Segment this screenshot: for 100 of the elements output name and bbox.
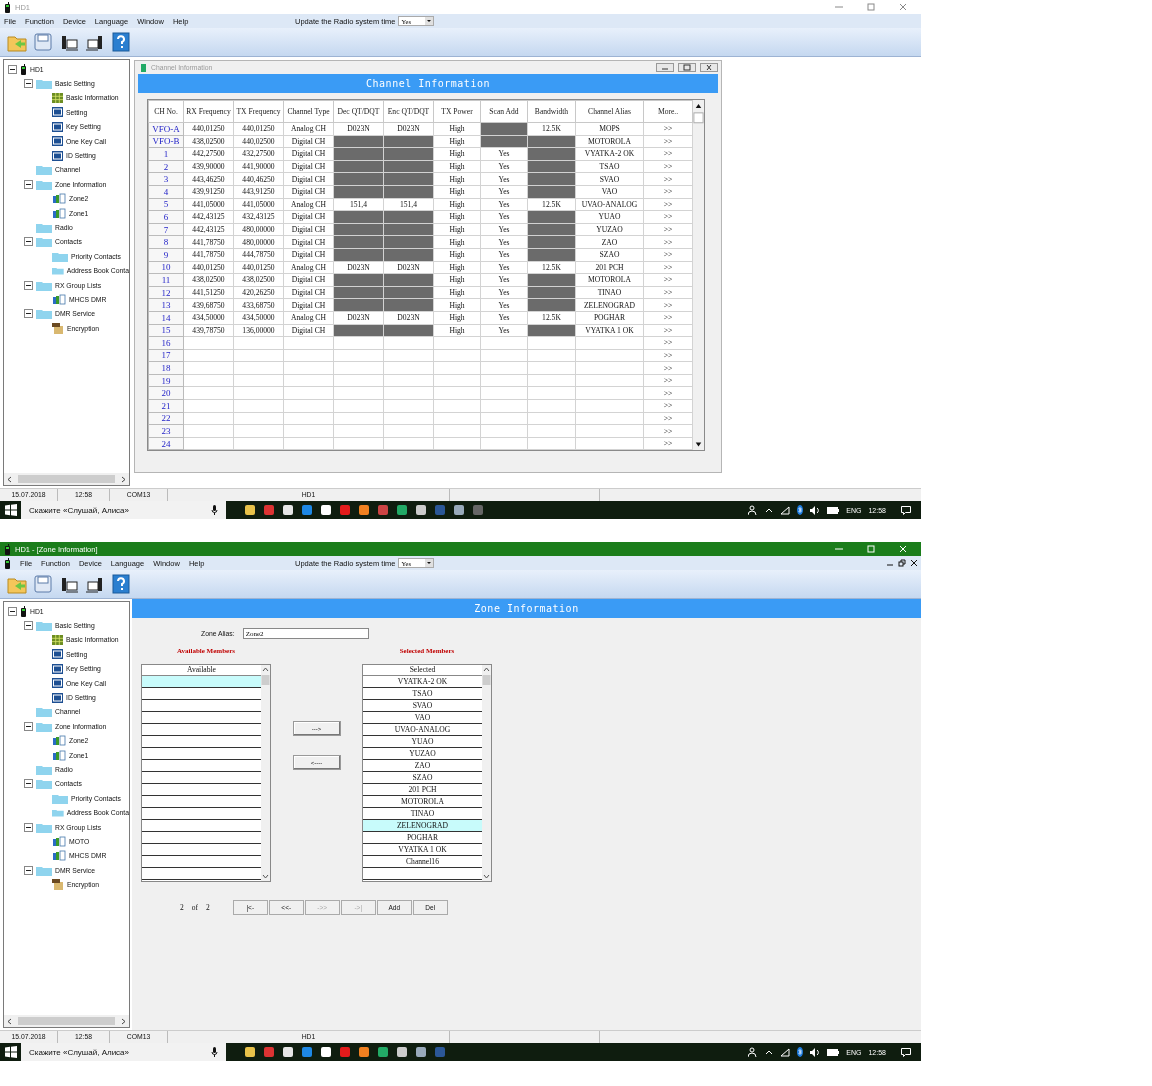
taskbar-app-icon[interactable] [415, 1046, 427, 1058]
taskbar-app-icon[interactable] [282, 1046, 294, 1058]
taskbar-app-icon[interactable] [320, 1046, 332, 1058]
collapse-icon[interactable] [24, 237, 33, 247]
minimize-icon[interactable] [656, 63, 674, 72]
folder-icon [36, 222, 52, 233]
people-icon[interactable] [748, 505, 759, 515]
taskbar-app-icon[interactable] [377, 1046, 389, 1058]
bluetooth-icon[interactable] [797, 1047, 804, 1057]
folder-icon [36, 164, 52, 176]
child-window-icon[interactable] [4, 557, 11, 569]
taskbar-app-icon[interactable] [415, 504, 427, 516]
folder-icon [36, 236, 52, 248]
notifications-icon[interactable] [901, 1047, 911, 1057]
taskbar-app-icon[interactable] [358, 1046, 370, 1058]
collapse-icon[interactable] [24, 822, 33, 832]
collapse-icon[interactable] [24, 621, 33, 631]
grid-icon [52, 634, 63, 645]
settings-icon [52, 649, 63, 660]
folder-icon [36, 78, 52, 90]
folder-icon [36, 764, 52, 775]
collapse-icon[interactable] [24, 721, 33, 731]
search-field[interactable]: Скажите «Слушай, Алиса» [21, 501, 226, 519]
scroll-right-icon[interactable] [121, 1017, 126, 1025]
windows-start-icon[interactable] [5, 1046, 17, 1058]
collapse-icon[interactable] [24, 79, 33, 89]
close-icon[interactable] [700, 63, 718, 72]
people-icon[interactable] [748, 1047, 759, 1057]
settings-icon [52, 663, 63, 674]
folder-icon [36, 778, 52, 790]
taskbar-app-icon[interactable] [396, 504, 408, 516]
volume-icon[interactable] [810, 505, 821, 515]
volume-icon[interactable] [810, 1047, 821, 1057]
windows-start-icon[interactable] [5, 504, 17, 516]
close-icon[interactable] [910, 559, 918, 567]
chevron-up-icon[interactable] [765, 1049, 774, 1055]
folder-icon [36, 308, 52, 320]
taskbar-app-icon[interactable] [244, 1046, 256, 1058]
vertical-scrollbar[interactable] [261, 665, 270, 881]
taskbar-app-icon[interactable] [244, 504, 256, 516]
dropdown-arrow-icon [425, 559, 434, 567]
settings-icon [52, 678, 63, 689]
microphone-icon[interactable] [211, 505, 218, 515]
app-icon [4, 543, 11, 555]
scroll-left-icon[interactable] [7, 475, 12, 483]
notifications-icon[interactable] [901, 505, 911, 515]
collapse-icon[interactable] [24, 309, 33, 319]
radio-document-icon [52, 850, 66, 862]
restore-icon[interactable] [898, 559, 906, 567]
radio-document-icon [52, 207, 66, 219]
battery-icon[interactable] [827, 506, 840, 514]
taskbar-app-icon[interactable] [396, 1046, 408, 1058]
folder-icon [36, 620, 52, 632]
folder-icon [36, 821, 52, 833]
scroll-right-icon[interactable] [121, 475, 126, 483]
radio-icon [20, 605, 27, 617]
collapse-icon[interactable] [24, 280, 33, 290]
horizontal-scrollbar[interactable] [4, 473, 129, 485]
taskbar-app-icon[interactable] [453, 504, 465, 516]
help-icon[interactable] [110, 31, 132, 53]
folder-icon [36, 706, 52, 718]
window-icon [140, 63, 147, 72]
scroll-left-icon[interactable] [7, 1017, 12, 1025]
app-icon [4, 1, 11, 13]
collapse-icon[interactable] [8, 64, 17, 74]
horizontal-scrollbar[interactable] [4, 1015, 129, 1027]
collapse-icon[interactable] [24, 179, 33, 189]
collapse-icon[interactable] [24, 865, 33, 875]
folder-icon [36, 279, 52, 291]
search-field[interactable]: Скажите «Слушай, Алиса» [21, 1043, 226, 1061]
folder-icon [36, 720, 52, 732]
vertical-scrollbar[interactable] [693, 100, 704, 451]
dropdown-arrow-icon [425, 17, 434, 25]
vertical-scrollbar[interactable] [482, 665, 491, 881]
radio-document-icon [52, 835, 66, 847]
help-icon[interactable] [110, 573, 132, 595]
radio-document-icon [52, 735, 66, 747]
maximize-icon[interactable] [678, 63, 696, 72]
battery-icon[interactable] [827, 1048, 840, 1056]
zone-information-header: Zone Information [132, 599, 921, 618]
chevron-up-icon[interactable] [765, 507, 774, 513]
microphone-icon[interactable] [211, 1047, 218, 1057]
bluetooth-icon[interactable] [797, 505, 804, 515]
list-row[interactable] [142, 676, 261, 688]
settings-icon [52, 136, 63, 147]
folder-icon [52, 265, 64, 277]
folder-icon [52, 807, 64, 819]
folder-icon [36, 864, 52, 876]
folder-icon [52, 792, 68, 804]
collapse-icon[interactable] [24, 779, 33, 789]
taskbar-app-icon[interactable] [358, 504, 370, 516]
settings-icon [52, 107, 63, 118]
wifi-icon[interactable] [780, 1047, 791, 1057]
folder-icon [52, 250, 68, 262]
wifi-icon[interactable] [780, 505, 791, 515]
channel-information-header: Channel Information [138, 74, 718, 93]
radio-document-icon [52, 293, 66, 305]
collapse-icon[interactable] [8, 606, 17, 616]
taskbar-app-icon[interactable] [282, 504, 294, 516]
taskbar-app-icon[interactable] [320, 504, 332, 516]
